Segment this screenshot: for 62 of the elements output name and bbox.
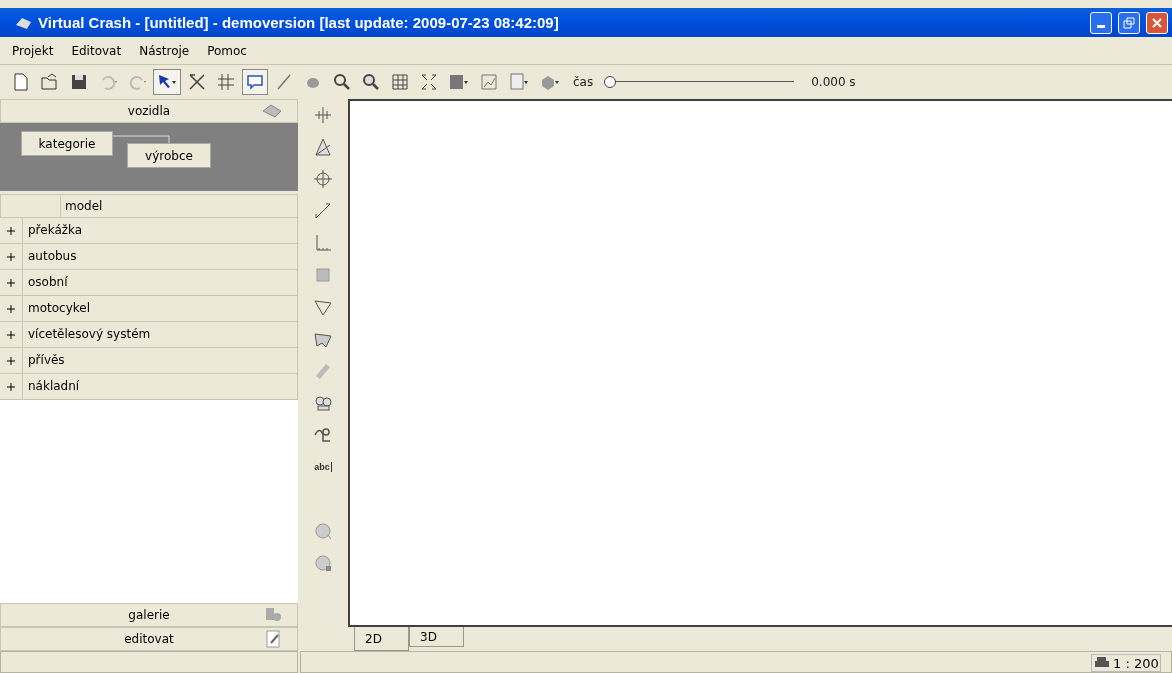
path-icon	[313, 425, 333, 445]
speech-bubble-icon	[245, 72, 265, 92]
toolbar-button[interactable]	[242, 69, 268, 95]
view-tab[interactable]: 2D	[354, 627, 409, 651]
toolbar-button[interactable]	[153, 69, 181, 95]
column-header[interactable]: model	[61, 195, 103, 217]
plane-icon	[313, 297, 333, 317]
camera-icon	[448, 72, 470, 92]
magnifier-icon	[361, 72, 381, 92]
time-value: 0.000 s	[811, 75, 856, 89]
section-header[interactable]: editovat	[0, 627, 298, 651]
table-icon	[390, 72, 410, 92]
section-header[interactable]: vozidla	[0, 99, 298, 123]
time-label: čas	[573, 75, 594, 89]
section-title: vozidla	[127, 104, 171, 118]
new-file-icon	[11, 72, 31, 92]
minimize-button[interactable]	[1090, 11, 1112, 34]
group-field[interactable]: kategorie	[21, 131, 113, 156]
section-title: galerie	[128, 608, 170, 622]
tree-item[interactable]: nákladní	[22, 374, 80, 399]
reels-icon	[313, 393, 333, 413]
line-icon	[274, 72, 294, 92]
triangle-icon	[313, 137, 333, 157]
cross-icon	[187, 72, 207, 92]
menu-item[interactable]: Nástroje	[139, 43, 190, 58]
group-field[interactable]: výrobce	[127, 143, 211, 168]
ruler-icon	[313, 361, 333, 381]
menu-item[interactable]: Editovat	[71, 43, 122, 58]
chart-icon	[479, 72, 499, 92]
grid-icon	[216, 72, 236, 92]
axes-icon	[313, 233, 333, 253]
tree-item[interactable]: autobus	[22, 244, 77, 269]
help-icon	[313, 521, 333, 541]
tree-item[interactable]: osobní	[22, 270, 68, 295]
view-tab[interactable]: 3D	[409, 627, 464, 647]
time-slider[interactable]	[604, 76, 795, 88]
menu-item[interactable]: Projekt	[12, 43, 54, 58]
magnifier-icon	[332, 72, 352, 92]
page-icon	[508, 72, 530, 92]
menu-item[interactable]: Pomoc	[207, 43, 247, 58]
measure-icon	[313, 201, 333, 221]
crosshair-icon	[313, 169, 333, 189]
window-title: Virtual Crash - [untitled] - demoversion [last update: 2009-07-23 08:42:09]	[38, 14, 560, 31]
open-folder-icon	[40, 72, 60, 92]
close-button[interactable]	[1146, 11, 1168, 34]
edit-icon	[263, 629, 283, 649]
section-title: editovat	[124, 632, 174, 646]
restore-button[interactable]	[1118, 11, 1140, 34]
tree-item[interactable]: přívěs	[22, 348, 65, 373]
help-icon	[313, 553, 333, 573]
text-tool-button[interactable]: abc	[311, 453, 335, 481]
restore-icon	[1123, 16, 1135, 29]
tree-item[interactable]: motocykel	[22, 296, 90, 321]
printer-icon	[1094, 656, 1110, 670]
scale-text: 1 : 200	[1113, 655, 1159, 671]
minimize-icon	[1097, 25, 1105, 28]
origin-icon	[313, 105, 333, 125]
tree-item[interactable]: vícetělesový systém	[22, 322, 151, 347]
fit-arrows-icon	[419, 72, 439, 92]
tree-item[interactable]: překážka	[22, 218, 83, 243]
close-icon	[1152, 17, 1162, 28]
section-header[interactable]: galerie	[0, 603, 298, 627]
